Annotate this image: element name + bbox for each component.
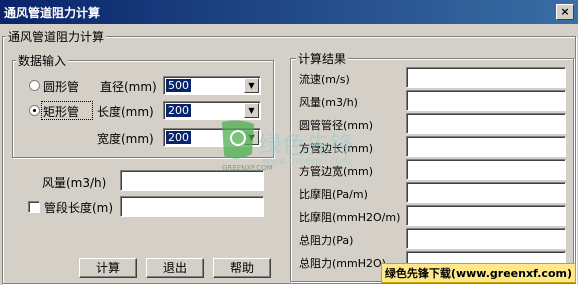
diameter-label: 直径(mm)	[100, 80, 157, 94]
airflow-field[interactable]	[120, 170, 264, 191]
chevron-down-icon[interactable]: ▼	[244, 78, 259, 93]
help-button[interactable]: 帮助	[213, 258, 271, 278]
watermark-text: 绿色先锋	[258, 131, 354, 159]
round-pipe-radio[interactable]	[29, 80, 40, 91]
result-field[interactable]	[406, 67, 566, 88]
diameter-value: 500	[166, 79, 191, 92]
length-label: 长度(mm)	[97, 105, 154, 119]
rect-pipe-radio[interactable]	[29, 105, 40, 116]
width-value: 200	[166, 131, 191, 144]
result-field[interactable]	[406, 205, 566, 226]
diameter-select[interactable]: 500 ▼	[163, 76, 261, 95]
watermark-logo-text: GREENXF.COM	[222, 164, 273, 172]
airflow-label: 风量(m3/h)	[42, 176, 107, 190]
length-value: 200	[166, 104, 191, 117]
close-button[interactable]: ×	[556, 4, 574, 20]
segment-length-checkbox[interactable]	[28, 201, 40, 213]
download-banner[interactable]: 绿色先锋下载(www.greenxf.com)	[380, 263, 576, 283]
width-label: 宽度(mm)	[97, 132, 154, 146]
close-icon: ×	[560, 5, 570, 18]
rect-pipe-label: 矩形管	[43, 105, 80, 119]
greenxf-logo-icon	[222, 120, 254, 159]
title-bar: 通风管道阻力计算 ×	[0, 0, 578, 24]
result-field[interactable]	[406, 182, 566, 203]
result-field[interactable]	[406, 113, 566, 134]
watermark-url: www.greenxf.com	[262, 156, 351, 167]
result-label: 比摩阻(mmH2O/m)	[299, 211, 401, 224]
calculate-button[interactable]: 计算	[79, 258, 137, 278]
input-group-title: 数据输入	[16, 52, 69, 69]
exit-button[interactable]: 退出	[146, 258, 204, 278]
chevron-down-icon[interactable]: ▼	[244, 103, 259, 118]
round-pipe-label: 圆形管	[43, 80, 80, 94]
result-label: 流速(m/s)	[299, 73, 350, 86]
result-label: 风量(m3/h)	[299, 96, 358, 109]
result-field[interactable]	[406, 136, 566, 157]
result-label: 总阻力(Pa)	[299, 234, 354, 247]
results-group-title: 计算结果	[296, 50, 349, 67]
result-field[interactable]	[406, 90, 566, 111]
segment-length-field[interactable]	[120, 196, 264, 217]
result-field[interactable]	[406, 159, 566, 180]
segment-length-label: 管段长度(m)	[44, 201, 114, 215]
main-group-title: 通风管道阻力计算	[6, 28, 107, 45]
result-label: 总阻力(mmH2O)	[299, 257, 386, 270]
result-field[interactable]	[406, 228, 566, 249]
result-label: 比摩阻(Pa/m)	[299, 188, 368, 201]
window-title: 通风管道阻力计算	[4, 6, 101, 20]
